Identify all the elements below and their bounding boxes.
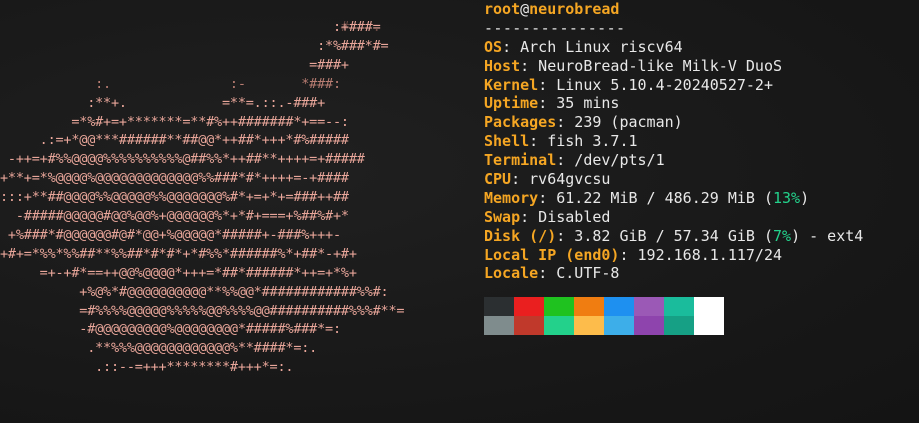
ascii-art-line: :**+. =**=.::.-###+ bbox=[0, 94, 326, 111]
memory-close: ) bbox=[800, 188, 810, 207]
info-row-packages: Packages: 239 (pacman) bbox=[484, 113, 914, 132]
host-value: : NeuroBread-like Milk-V DuoS bbox=[520, 56, 783, 75]
disk-close: ) - ext4 bbox=[791, 226, 864, 245]
swap-label: Swap bbox=[484, 207, 521, 226]
color-swatch bbox=[634, 297, 664, 316]
info-row-locale: Locale: C.UTF-8 bbox=[484, 264, 914, 283]
color-swatch bbox=[574, 316, 604, 335]
info-row-memory: Memory: 61.22 MiB / 486.29 MiB (13%) bbox=[484, 189, 914, 208]
info-row-os: OS: Arch Linux riscv64 bbox=[484, 38, 914, 57]
color-swatch bbox=[604, 297, 634, 316]
ascii-art-line: =*%#+=+*******=**#%++#######*+==--: bbox=[0, 113, 349, 130]
info-row-cpu: CPU: rv64gvcsu bbox=[484, 170, 914, 189]
packages-value: : 239 (pacman) bbox=[556, 113, 683, 132]
user-host-title: root@neurobread bbox=[484, 0, 914, 19]
info-row-host: Host: NeuroBread-like Milk-V DuoS bbox=[484, 57, 914, 76]
local-ip-label: Local IP (end0) bbox=[484, 245, 620, 264]
kernel-value: : Linux 5.10.4-20240527-2+ bbox=[538, 75, 773, 94]
hostname: neurobread bbox=[529, 0, 620, 18]
system-info-panel: root@neurobread --------------- OS: Arch… bbox=[484, 0, 914, 283]
uptime-label: Uptime bbox=[484, 94, 539, 113]
terminal-value: : /dev/pts/1 bbox=[556, 151, 665, 170]
color-swatch bbox=[694, 316, 724, 335]
ascii-art-line: +%###*#@@@@@@#@#*@@+%@@@@@*#####+-###%++… bbox=[0, 226, 341, 243]
uptime-value: : 35 mins bbox=[538, 94, 620, 113]
title-separator: --------------- bbox=[484, 18, 626, 37]
info-row-kernel: Kernel: Linux 5.10.4-20240527-2+ bbox=[484, 76, 914, 95]
cpu-value: : rv64gvcsu bbox=[511, 170, 611, 189]
ascii-art-line: :::+**##@@@@%%@@@@@%%@@@@@@@%#*+=+*+=###… bbox=[0, 189, 349, 206]
color-swatch bbox=[604, 316, 634, 335]
ascii-art-line: =###+ bbox=[0, 56, 349, 73]
color-swatch bbox=[544, 316, 574, 335]
color-swatch bbox=[694, 297, 724, 316]
color-swatch bbox=[634, 316, 664, 335]
ascii-art-line: -#@@@@@@@@@%@@@@@@@@*#####%###*=: bbox=[0, 321, 341, 338]
ascii-art-line: -#####@@@@@#@@%@@%+@@@@@@%*+*#+===+%##%#… bbox=[0, 208, 349, 224]
ascii-art-line: +#+=*%%*%%##**%%##*#*#*+*#%%*######%*+##… bbox=[0, 245, 357, 262]
packages-label: Packages bbox=[484, 113, 557, 132]
local-ip-value: : 192.168.1.117/24 bbox=[619, 245, 783, 264]
palette-row-bright bbox=[484, 316, 724, 335]
info-row-disk: Disk (/): 3.82 GiB / 57.34 GiB (7%) - ex… bbox=[484, 227, 914, 246]
ascii-art-line: .**%%%@@@@@@@@@@@@%**####*=:. bbox=[0, 340, 318, 357]
ascii-art-line: .::--=+++********#+++*=:. bbox=[0, 359, 294, 376]
info-row-shell: Shell: fish 3.7.1 bbox=[484, 132, 914, 151]
shell-value: : fish 3.7.1 bbox=[529, 132, 638, 151]
color-swatch bbox=[484, 316, 514, 335]
info-row-uptime: Uptime: 35 mins bbox=[484, 94, 914, 113]
info-row-local-ip: Local IP (end0): 192.168.1.117/24 bbox=[484, 246, 914, 265]
color-swatch bbox=[484, 297, 514, 316]
os-label: OS bbox=[484, 37, 503, 56]
info-row-swap: Swap: Disabled bbox=[484, 208, 914, 227]
info-row-terminal: Terminal: /dev/pts/1 bbox=[484, 151, 914, 170]
memory-label: Memory bbox=[484, 188, 539, 207]
memory-value: : 61.22 MiB / 486.29 MiB ( bbox=[538, 188, 773, 207]
disk-label: Disk (/) bbox=[484, 226, 557, 245]
terminal-window[interactable]: .####. :+###= :*%###*#= =###+ :. :- *###… bbox=[0, 0, 919, 423]
os-value: : Arch Linux riscv64 bbox=[502, 37, 683, 56]
at-sign: @ bbox=[520, 0, 530, 18]
username: root bbox=[484, 0, 521, 18]
cpu-label: CPU bbox=[484, 170, 512, 189]
memory-percent: 13% bbox=[773, 188, 801, 207]
host-label: Host bbox=[484, 56, 521, 75]
ascii-art-line: :*%###*#= bbox=[0, 37, 389, 54]
disk-percent: 7% bbox=[773, 226, 792, 245]
disk-value: : 3.82 GiB / 57.34 GiB ( bbox=[556, 226, 773, 245]
palette-row-normal bbox=[484, 297, 724, 316]
distro-logo-ascii-art: .####. :+###= :*%###*#= =###+ :. :- *###… bbox=[0, 18, 472, 378]
locale-label: Locale bbox=[484, 264, 539, 283]
ascii-art-line: +**+=*%@@@@%@@@@@@@@@@@@@%%###*#*++++=-+… bbox=[0, 170, 349, 187]
ascii-art-line: -++=+#%%@@@@%%%%%%%%%%@##%%*++##**++++=+… bbox=[0, 151, 365, 168]
ascii-art-line: =#%%%%@@@@@%%%%%@@%%%%@@##########%%%#**… bbox=[0, 302, 405, 319]
swap-value: : Disabled bbox=[520, 207, 611, 226]
kernel-label: Kernel bbox=[484, 75, 539, 94]
color-swatch bbox=[574, 297, 604, 316]
ascii-art-line: :+###= bbox=[0, 19, 381, 35]
terminal-label: Terminal bbox=[484, 151, 557, 170]
ascii-art-line: .:=+*@@***######**##@@*++##*+++*#%##### bbox=[0, 132, 349, 149]
ascii-art-line: +%@%*#@@@@@@@@@@**%%@@*############%%#: bbox=[0, 283, 389, 300]
locale-value: : C.UTF-8 bbox=[538, 264, 620, 283]
shell-label: Shell bbox=[484, 132, 530, 151]
color-swatch bbox=[544, 297, 574, 316]
ascii-art-line: :. :- *###: bbox=[0, 75, 341, 92]
color-swatch bbox=[514, 316, 544, 335]
color-swatch bbox=[664, 316, 694, 335]
ascii-art-line: =+-+#*==++@@%@@@@*+++=*##*######*++=+*%+ bbox=[0, 264, 357, 281]
color-swatch bbox=[664, 297, 694, 316]
color-swatch bbox=[514, 297, 544, 316]
color-palette bbox=[484, 297, 724, 335]
